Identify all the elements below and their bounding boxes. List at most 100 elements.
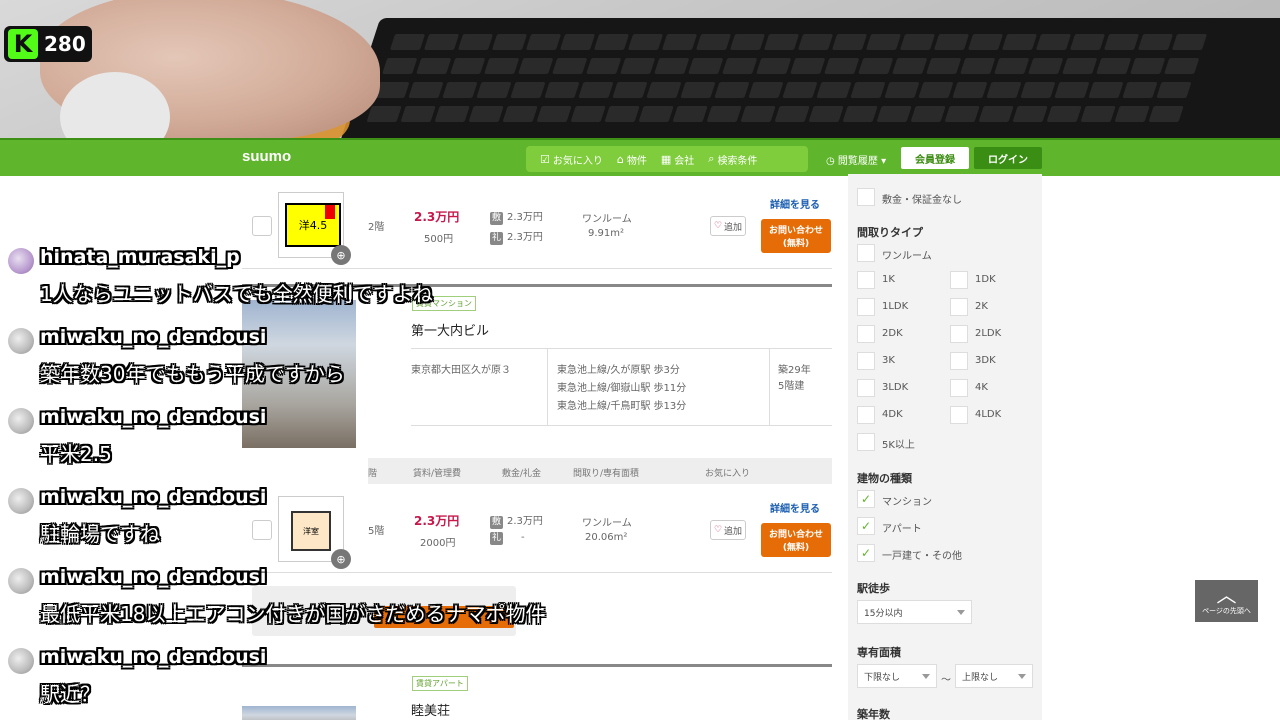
rent-value: 2.3万円 (414, 514, 460, 528)
col-floor: 階 (368, 469, 378, 479)
chat-username: miwaku_no_dendousi (40, 566, 267, 588)
layout-checkbox[interactable] (950, 352, 968, 370)
chat-text: 駅近？ (40, 682, 100, 706)
inquiry-button[interactable]: お問い合わせ (無料) (761, 523, 831, 557)
avatar (8, 648, 34, 674)
filter-sidebar: 敷金・保証金なし 間取りタイプ ワンルーム 1K 1DK 1LDK 2K 2DK… (848, 174, 1042, 720)
nav-label: お気に入り (552, 155, 603, 167)
layout-option: 1DK (975, 274, 996, 285)
floorplan-thumbnail[interactable]: 洋4.5 ⊕ (278, 192, 351, 265)
building-name[interactable]: 第一大内ビル (411, 320, 489, 339)
col-rent: 賃料/管理費 (413, 469, 462, 479)
building-type-checkbox[interactable]: ✓ (857, 517, 875, 535)
floorplan-room: 洋室 (291, 511, 331, 551)
building-floors: 5階建 (778, 381, 805, 392)
inquiry-button[interactable]: お問い合わせ (無料) (761, 219, 831, 253)
avatar (8, 488, 34, 514)
avatar (8, 568, 34, 594)
chat-username: hinata_murasaki_p (40, 246, 240, 268)
walk-time-value: 15分以内 (864, 608, 903, 619)
table-row: 洋4.5 ⊕ 2階 2.3万円 500円 敷 2.3万円 礼 2.3万円 ワンルーム… (242, 182, 832, 269)
layout-checkbox[interactable] (857, 406, 875, 424)
detail-link[interactable]: 詳細を見る (770, 196, 820, 211)
area-max-select[interactable]: 上限なし (955, 664, 1033, 688)
chevron-down-icon (957, 610, 965, 615)
nav-favorites[interactable]: ☑ お気に入り (540, 152, 603, 167)
page-top-label: ページの先頭へ (1202, 607, 1251, 615)
favorite-button[interactable]: ♡ 追加 (710, 520, 746, 540)
chevron-down-icon (922, 674, 930, 679)
divider (547, 349, 548, 425)
layout-option: 1LDK (882, 301, 909, 312)
layout-checkbox[interactable] (857, 325, 875, 343)
layout-checkbox[interactable] (857, 244, 875, 262)
suumo-logo[interactable]: suumo (242, 148, 291, 165)
row-checkbox[interactable] (252, 216, 272, 236)
key-money-value: 礼- (490, 532, 525, 545)
zoom-icon[interactable]: ⊕ (331, 245, 351, 265)
webcam-feed: K 280 (0, 0, 1280, 138)
building-name[interactable]: 睦美荘 (411, 700, 450, 719)
building-type-option: 一戸建て・その他 (882, 551, 962, 562)
chat-username: miwaku_no_dendousi (40, 486, 267, 508)
layout-checkbox[interactable] (857, 379, 875, 397)
chat-text: 最低平米18以上エアコン付きが国がさだめるナマポ物件 (40, 602, 546, 626)
nav-companies[interactable]: ▦ 会社 (661, 152, 694, 167)
chat-text: 平米2.5 (40, 442, 112, 466)
layout-option: 2LDK (975, 328, 1002, 339)
table-header: 階 賃料/管理費 敷金/礼金 間取り/専有面積 お気に入り (368, 458, 832, 484)
deposit-text: 2.3万円 (507, 516, 543, 527)
layout-option: 4LDK (975, 409, 1002, 420)
layout-option: 3LDK (882, 382, 909, 393)
page-top-button[interactable]: ︿ ページの先頭へ (1195, 580, 1258, 622)
key-money-text: 2.3万円 (507, 232, 543, 243)
chat-text: 1人ならユニットバスでも全然便利ですよね (40, 282, 433, 306)
layout-checkbox[interactable] (950, 325, 968, 343)
area-value: 20.06m² (585, 532, 628, 543)
layout-checkbox[interactable] (857, 271, 875, 289)
building-type-option: マンション (882, 497, 932, 508)
row-checkbox[interactable] (252, 520, 272, 540)
col-layout: 間取り/専有面積 (573, 469, 640, 479)
favorite-button[interactable]: ♡ 追加 (710, 216, 746, 236)
walk-time-select[interactable]: 15分以内 (857, 600, 972, 624)
layout-option: 4DK (882, 409, 903, 420)
login-button[interactable]: ログイン (974, 147, 1042, 169)
history-dropdown[interactable]: ◷ 閲覧履歴 ▾ (826, 152, 886, 167)
avatar (8, 248, 34, 274)
detail-link[interactable]: 詳細を見る (770, 500, 820, 515)
chevron-up-icon: ︿ (1216, 583, 1237, 607)
inquiry-free-label: (無料) (782, 239, 810, 249)
layout-checkbox[interactable] (857, 433, 875, 451)
layout-checkbox[interactable] (950, 379, 968, 397)
register-button[interactable]: 会員登録 (901, 147, 969, 169)
inquiry-free-label: (無料) (782, 543, 810, 553)
building-info: 東京都大田区久が原３ 東急池上線/久が原駅 歩3分 東急池上線/御嶽山駅 歩11… (411, 348, 832, 426)
deposit-text: 2.3万円 (507, 212, 543, 223)
browser-viewport: suumo ☑ お気に入り ⌂ 物件 ▦ 会社 ⌕ 検索条件 ◷ 閲覧履歴 ▾ 会員登録… (0, 138, 1280, 720)
layout-checkbox[interactable] (857, 352, 875, 370)
nav-search-conditions[interactable]: ⌕ 検索条件 (708, 152, 757, 167)
layout-checkbox[interactable] (950, 406, 968, 424)
nav-properties[interactable]: ⌂ 物件 (617, 152, 647, 167)
layout-option: 5K以上 (882, 440, 915, 451)
layout-checkbox[interactable] (950, 271, 968, 289)
layout-checkbox[interactable] (857, 298, 875, 316)
area-min-select[interactable]: 下限なし (857, 664, 937, 688)
heart-icon: ♡ (713, 221, 723, 231)
floorplan-thumbnail[interactable]: 洋室 ⊕ (278, 496, 351, 569)
area-max-value: 上限なし (962, 672, 999, 683)
checkbox-icon: ☑ (540, 152, 550, 166)
building-photo[interactable] (242, 706, 356, 720)
house-icon: ⌂ (616, 152, 624, 166)
station-access: 東急池上線/千鳥町駅 歩13分 (557, 401, 687, 412)
age-filter-title: 築年数 (857, 708, 890, 720)
building-type-checkbox[interactable]: ✓ (857, 544, 875, 562)
building-type-checkbox[interactable]: ✓ (857, 490, 875, 508)
zoom-icon[interactable]: ⊕ (331, 549, 351, 569)
filter-checkbox[interactable] (857, 188, 875, 206)
layout-checkbox[interactable] (950, 298, 968, 316)
nav-label: 会社 (674, 155, 695, 167)
fee-value: 500円 (424, 234, 454, 245)
floor-value: 5階 (368, 526, 385, 537)
